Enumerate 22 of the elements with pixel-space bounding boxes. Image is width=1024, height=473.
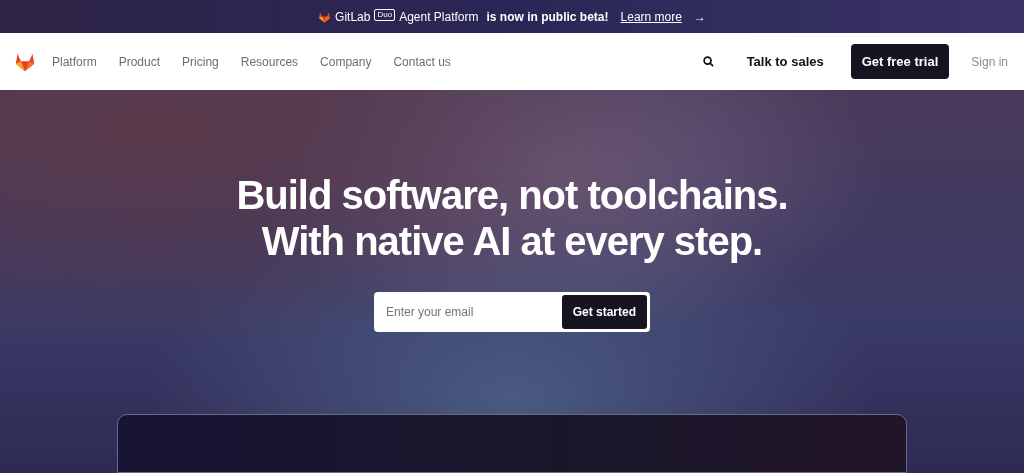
logo-icon[interactable]	[14, 51, 36, 72]
nav-link[interactable]: Contact us	[393, 52, 451, 71]
announcement-text: is now in public beta!	[486, 8, 609, 26]
nav-link[interactable]: Resources	[240, 52, 299, 71]
nav-link[interactable]: Product	[118, 52, 161, 71]
arrow-icon: →	[693, 7, 706, 26]
nav-link[interactable]: Pricing	[182, 52, 219, 71]
nav-link[interactable]: Platform	[52, 52, 97, 71]
nav-link[interactable]: Company	[320, 52, 372, 71]
email-form[interactable]: Enter your email Get started	[374, 292, 650, 332]
brand-name: GitLab	[335, 8, 371, 26]
talk-to-sales-link[interactable]: Talk to sales	[746, 51, 824, 72]
duo-badge: Duo	[374, 9, 396, 21]
search-icon[interactable]	[702, 56, 714, 67]
learn-more-link[interactable]: Learn more	[620, 7, 682, 26]
headline: With native AI at every step.	[261, 218, 763, 264]
product-name: Agent Platform	[399, 8, 479, 26]
free-trial-button[interactable]: Get free trial	[850, 43, 950, 80]
get-started-button[interactable]: Get started	[561, 295, 647, 329]
logo-icon	[318, 10, 332, 23]
sign-in-link[interactable]: Sign in	[971, 52, 1008, 71]
headline: Build software, not toolchains.	[236, 172, 788, 218]
